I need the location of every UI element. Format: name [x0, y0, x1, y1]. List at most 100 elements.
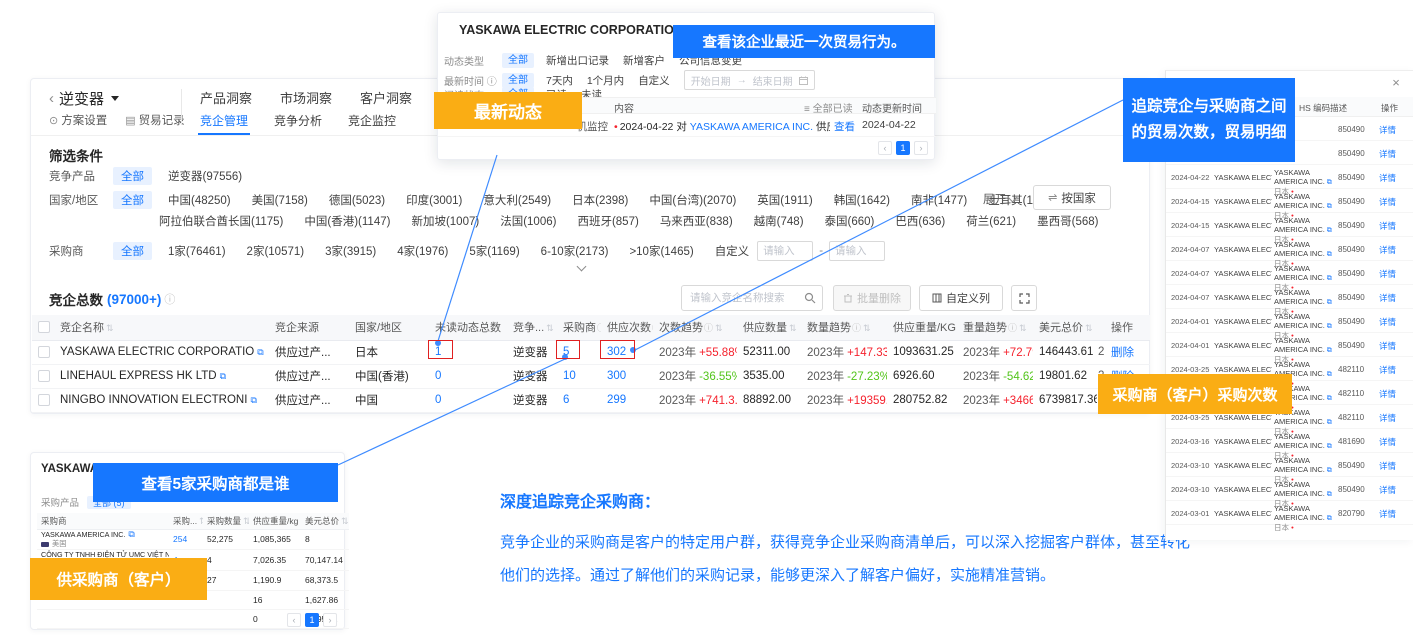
detail-link[interactable]: 详情 [1379, 508, 1396, 520]
detail-link[interactable]: 详情 [1379, 388, 1396, 400]
filter-option[interactable]: 马来西亚(838) [660, 216, 733, 228]
company-name[interactable]: NINGBO INNOVATION ELECTRONI [60, 394, 247, 406]
next-page-button[interactable]: › [914, 141, 928, 155]
subtab-竞争分析[interactable]: 竞争分析 [272, 111, 324, 135]
copy-icon[interactable]: ⧉ [250, 395, 256, 406]
unread-count-link[interactable]: 0 [435, 394, 441, 406]
detail-link[interactable]: 详情 [1379, 460, 1396, 472]
company-name[interactable]: YASKAWA ELECTRIC CORPORATIO [60, 346, 254, 358]
next-page-button[interactable]: › [323, 613, 337, 627]
filter-option[interactable]: 印度(3001) [406, 195, 462, 207]
copy-icon[interactable]: ⧉ [1325, 299, 1332, 306]
filter-option[interactable]: 阿拉伯联合酋长国(1175) [159, 216, 283, 228]
close-icon[interactable]: × [1388, 75, 1404, 90]
action-贸易记录[interactable]: ▤贸易记录 [125, 112, 184, 128]
filter-option[interactable]: 德国(5023) [329, 195, 385, 207]
popup-filter-option[interactable]: 新增客户 [623, 53, 665, 68]
column-header[interactable]: 采购商ⓘ⇅ [557, 315, 601, 340]
buyer-name[interactable]: YASKAWA AMERICA INC. ⧉ [1274, 312, 1332, 330]
detail-link[interactable]: 详情 [1379, 244, 1396, 256]
buyer-name[interactable]: YASKAWA AMERICA INC. ⧉ [1274, 216, 1332, 234]
copy-icon[interactable]: ⧉ [1325, 371, 1332, 378]
sort-icon[interactable]: ⇅ [715, 323, 723, 333]
buyers-count-link[interactable]: 5 [563, 346, 569, 358]
filter-option[interactable]: 4家(1976) [397, 246, 448, 258]
expand-toggle[interactable]: 展开 [983, 191, 1016, 207]
column-header[interactable]: 供应数量⇅ [737, 315, 801, 340]
buyer-name[interactable]: YASKAWA AMERICA INC.⧉ [41, 530, 165, 540]
filter-option[interactable]: 韩国(1642) [834, 195, 890, 207]
buyers-count-link[interactable]: 6 [563, 394, 569, 406]
subtab-竞企监控[interactable]: 竞企监控 [346, 111, 398, 135]
detail-link[interactable]: 详情 [1379, 364, 1396, 376]
copy-icon[interactable]: ⧉ [128, 530, 134, 539]
buyer-name[interactable]: YASKAWA AMERICA INC. ⧉ [1274, 264, 1332, 282]
filter-option[interactable]: 法国(1006) [500, 216, 556, 228]
column-header[interactable]: 供应次数ⓘ⇅ [601, 315, 653, 340]
buyer-max-input[interactable] [829, 241, 885, 261]
sort-icon[interactable]: ⇅ [789, 323, 797, 333]
filter-option[interactable]: 越南(748) [754, 216, 804, 228]
prev-page-button[interactable]: ‹ [287, 613, 301, 627]
sort-icon[interactable]: ⇅ [243, 516, 249, 526]
copy-icon[interactable]: ⧉ [1325, 323, 1332, 330]
row-checkbox[interactable] [38, 394, 50, 406]
column-header[interactable]: 竞争...⇅ [507, 315, 557, 340]
column-header[interactable]: 竞企名称⇅ [54, 315, 269, 340]
search-input[interactable] [688, 291, 804, 305]
detail-link[interactable]: 详情 [1379, 412, 1396, 424]
sort-icon[interactable]: ⇅ [863, 323, 871, 333]
detail-link[interactable]: 详情 [1379, 220, 1396, 232]
buyer-name[interactable]: YASKAWA AMERICA INC. ⧉ [1274, 432, 1332, 450]
column-header[interactable]: 重量趋势ⓘ⇅ [957, 315, 1033, 340]
popup-filter-option[interactable]: 新增出口记录 [546, 53, 609, 68]
filter-option[interactable]: 5家(1169) [469, 246, 519, 258]
detail-link[interactable]: 详情 [1379, 436, 1396, 448]
collapse-filters-toggle[interactable] [561, 259, 601, 273]
column-header[interactable]: 采购...⇅ [169, 513, 203, 529]
column-header[interactable]: 国家/地区 [349, 315, 429, 340]
company-name[interactable]: LINEHAUL EXPRESS HK LTD [60, 370, 217, 382]
mark-all-read[interactable]: ≡ 全部已读 [804, 100, 853, 115]
filter-option[interactable]: 2家(10571) [247, 246, 305, 258]
copy-icon[interactable]: ⧉ [1325, 467, 1332, 474]
times-count-link[interactable]: 299 [607, 394, 626, 406]
filter-option[interactable]: 1家(76461) [168, 246, 226, 258]
batch-delete-button[interactable]: 批量删除 [833, 285, 911, 311]
column-header[interactable]: 采购商 [37, 513, 169, 529]
competitor-search[interactable] [681, 285, 823, 311]
copy-icon[interactable]: ⧉ [1325, 419, 1332, 426]
filter-option[interactable]: 西班牙(857) [577, 216, 638, 228]
fullscreen-button[interactable] [1011, 285, 1037, 311]
buyer-name[interactable]: YASKAWA AMERICA INC. ⧉ [1274, 288, 1332, 306]
unread-count-link[interactable]: 0 [435, 370, 441, 382]
row-checkbox[interactable] [38, 346, 50, 358]
detail-link[interactable]: 详情 [1379, 316, 1396, 328]
filter-option[interactable]: 中国(48250) [168, 195, 231, 207]
buyer-name[interactable]: YASKAWA AMERICA INC. ⧉ [1274, 192, 1332, 210]
filter-option[interactable]: 中国(香港)(1147) [304, 216, 390, 228]
action-方案设置[interactable]: ⊙方案设置 [49, 112, 107, 128]
filter-option[interactable]: 南非(1477) [911, 195, 967, 207]
column-header[interactable]: 供应重量/KG⇅ [887, 315, 957, 340]
copy-icon[interactable]: ⧉ [1325, 515, 1332, 522]
column-header[interactable]: 未读动态总数 [429, 315, 507, 340]
filter-option[interactable]: 新加坡(1007) [411, 216, 479, 228]
detail-link[interactable]: 详情 [1379, 172, 1396, 184]
filter-option[interactable]: 3家(3915) [325, 246, 376, 258]
filter-option[interactable]: 日本(2398) [572, 195, 628, 207]
filter-option[interactable]: 荷兰(621) [966, 216, 1016, 228]
popup-filter-all-chip[interactable]: 全部 [502, 53, 534, 68]
detail-link[interactable]: 详情 [1379, 340, 1396, 352]
buyer-name[interactable]: YASKAWA AMERICA INC. ⧉ [1274, 504, 1332, 522]
dynamics-company-link[interactable]: YASKAWA AMERICA INC. [690, 121, 813, 133]
copy-icon[interactable]: ⧉ [1325, 347, 1332, 354]
buyer-min-input[interactable] [757, 241, 813, 261]
copy-icon[interactable]: ⧉ [1325, 491, 1332, 498]
row-checkbox[interactable] [38, 370, 50, 382]
filter-option[interactable]: >10家(1465) [629, 246, 693, 258]
by-country-button[interactable]: ⇌ 按国家 [1033, 185, 1111, 210]
buyer-name[interactable]: YASKAWA AMERICA INC. ⧉ [1274, 456, 1332, 474]
custom-columns-button[interactable]: 自定义列 [919, 285, 1003, 311]
sort-icon[interactable]: ⇅ [106, 323, 114, 333]
